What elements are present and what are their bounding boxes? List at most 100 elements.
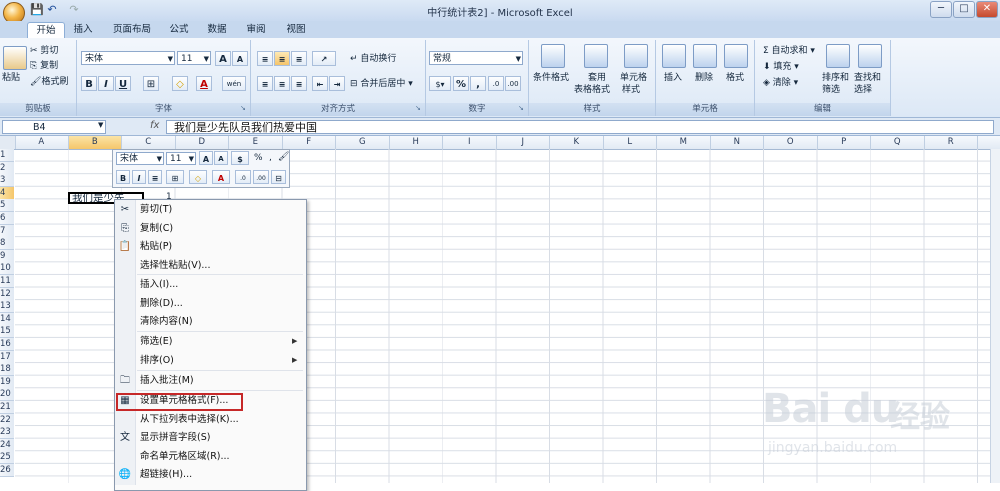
menu-item-4[interactable]: 插入(I)... [140,276,300,294]
paste-icon[interactable] [3,46,27,70]
align-right-button[interactable]: ≡ [291,76,307,91]
column-header[interactable]: Q [871,136,925,149]
row-header[interactable]: 9 [0,249,14,263]
mini-comma-button[interactable]: , [269,152,272,164]
row-header[interactable]: 5 [0,199,14,213]
menu-item-9[interactable]: 插入批注(M) [140,372,300,390]
column-header[interactable]: O [764,136,818,149]
align-top-button[interactable]: ≡ [257,51,273,66]
format-cells-button[interactable]: 格式 [726,72,744,84]
column-header[interactable]: J [497,136,550,149]
increase-indent-button[interactable]: ⇥ [329,76,345,91]
row-header[interactable]: 17 [0,350,14,364]
mini-italic-button[interactable]: I [132,170,146,184]
column-header[interactable]: K [550,136,604,149]
formula-input[interactable]: 我们是少先队员我们热爱中国 [166,120,994,134]
mini-font-select[interactable]: 宋体 ▼ [116,152,164,165]
font-size-select[interactable]: 11 ▼ [177,51,211,65]
column-header[interactable]: A [15,136,69,149]
row-header[interactable]: 8 [0,237,14,251]
format-table-icon[interactable] [584,44,608,68]
dialog-launcher-icon[interactable]: ↘ [518,104,526,112]
row-header[interactable]: 21 [0,401,14,414]
mini-grow-font-button[interactable]: A [199,151,213,165]
tab-review[interactable]: 审阅 [240,22,272,38]
delete-cells-icon[interactable] [693,44,717,68]
mini-decrease-decimal-button[interactable]: .00 [253,170,269,184]
mini-shrink-font-button[interactable]: A [214,151,228,165]
column-header[interactable]: M [657,136,711,149]
font-name-select[interactable]: 宋体 ▼ [81,51,175,65]
number-format-select[interactable]: 常规 ▼ [429,51,523,65]
format-table-button[interactable]: 表格格式 [574,84,610,96]
cut-button[interactable]: ✂ 剪切 [30,45,58,57]
menu-item-12[interactable]: 显示拼音字段(S) [140,429,300,447]
mini-fill-button[interactable]: ◇ [189,170,207,184]
row-header[interactable]: 7 [0,224,14,238]
mini-increase-decimal-button[interactable]: .0 [235,170,251,184]
insert-cells-icon[interactable] [662,44,686,68]
menu-item-13[interactable]: 命名单元格区域(R)... [140,448,300,466]
column-header[interactable]: R [925,136,978,149]
percent-button[interactable]: % [453,76,469,91]
border-button[interactable]: ⊞ [143,76,159,91]
row-header[interactable]: 16 [0,338,14,351]
sort-filter-icon[interactable] [826,44,850,68]
mini-accounting-button[interactable]: $ [231,151,249,165]
menu-item-14[interactable]: 超链接(H)... [140,466,300,484]
tab-view[interactable]: 视图 [278,22,314,38]
row-header[interactable]: 4 [0,186,14,200]
vertical-scrollbar[interactable] [990,149,1000,483]
clear-button[interactable]: ◈ 清除 ▾ [763,77,798,89]
orientation-button[interactable]: ↗ [312,51,336,66]
paste-button[interactable]: 粘贴 [2,72,20,84]
autosum-button[interactable]: Σ 自动求和 ▾ [763,45,815,57]
column-header[interactable]: L [604,136,657,149]
conditional-format-icon[interactable] [541,44,565,68]
dialog-launcher-icon[interactable]: ↘ [240,104,248,112]
align-center-button[interactable]: ≡ [274,76,290,91]
mini-size-select[interactable]: 11 ▼ [166,152,196,165]
underline-button[interactable]: U [115,76,131,91]
sort-filter-button[interactable]: 筛选 [822,84,840,96]
row-header[interactable]: 1 [0,149,14,162]
tab-formulas[interactable]: 公式 [163,22,195,38]
format-painter-button[interactable]: 🖌格式刷 [30,76,68,88]
column-header[interactable]: H [390,136,443,149]
mini-merge-button[interactable]: ⊟ [271,170,286,184]
insert-cells-button[interactable]: 插入 [664,72,682,84]
menu-item-6[interactable]: 清除内容(N) [140,313,300,331]
menu-item-0[interactable]: 剪切(T) [140,201,300,219]
minimize-button[interactable]: ─ [930,1,952,18]
menu-item-8[interactable]: 排序(O) [140,352,300,370]
find-select-button[interactable]: 选择 [854,84,872,96]
column-header[interactable]: E [229,136,283,149]
merge-center-button[interactable]: ⊟ 合并后居中 ▾ [350,78,413,90]
row-header[interactable]: 14 [0,312,14,326]
row-header[interactable]: 3 [0,174,14,188]
row-header[interactable]: 12 [0,287,14,301]
row-header[interactable]: 25 [0,451,14,465]
row-header[interactable]: 11 [0,275,14,288]
menu-item-1[interactable]: 复制(C) [140,220,300,238]
menu-item-7[interactable]: 筛选(E) [140,333,300,351]
mini-center-button[interactable]: ≡ [148,170,162,184]
select-all-corner[interactable] [0,136,16,149]
column-header[interactable]: D [176,136,229,149]
column-header[interactable]: F [283,136,336,149]
column-header[interactable]: G [336,136,390,149]
copy-button[interactable]: ⎘ 复制 [30,60,58,72]
row-header[interactable]: 24 [0,438,14,452]
column-header[interactable]: I [443,136,497,149]
italic-button[interactable]: I [98,76,114,91]
grow-font-button[interactable]: A [215,51,231,66]
close-button[interactable]: ✕ [976,1,998,18]
cell-styles-button[interactable]: 样式 [622,84,640,96]
mini-border-button[interactable]: ⊞ [166,170,184,184]
row-header[interactable]: 10 [0,262,14,276]
row-header[interactable]: 22 [0,413,14,427]
tab-insert[interactable]: 插入 [66,22,100,38]
mini-bold-button[interactable]: B [116,170,130,184]
menu-item-11[interactable]: 从下拉列表中选择(K)... [140,411,300,429]
decrease-indent-button[interactable]: ⇤ [312,76,328,91]
